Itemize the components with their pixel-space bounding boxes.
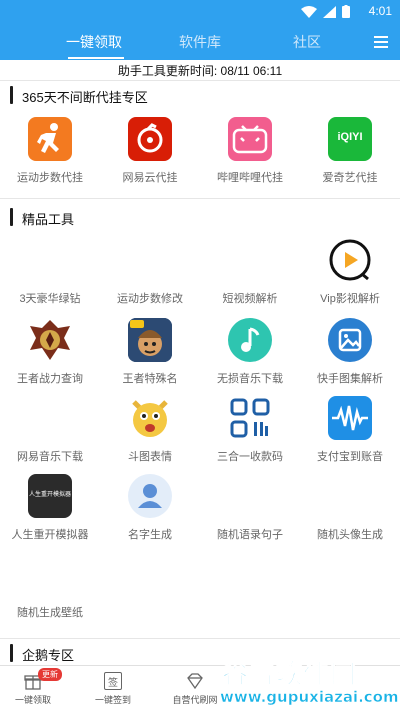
- tool-random-wallpaper[interactable]: 随机生成壁纸: [0, 552, 100, 632]
- divider: [0, 80, 400, 81]
- tool-green-diamond[interactable]: 3天豪华绿钻: [0, 238, 100, 318]
- tab-one-click-claim[interactable]: 一键领取: [66, 32, 122, 52]
- tool-label: 网易云代挂: [122, 172, 178, 184]
- tool-label: 无损音乐下载: [217, 373, 283, 385]
- active-tab-indicator: [68, 57, 124, 59]
- tool-bilibili[interactable]: 哔哩哔哩代挂: [200, 117, 300, 197]
- tool-label: 随机生成壁纸: [17, 607, 83, 619]
- tool-iqiyi[interactable]: iQIYI 爱奇艺代挂: [300, 117, 400, 197]
- tool-label: 王者特殊名: [122, 373, 178, 385]
- qr-code-icon: [228, 396, 272, 440]
- game-character-icon: [128, 318, 172, 362]
- menu-icon[interactable]: [374, 36, 388, 48]
- tool-label: 支付宝到账音: [317, 451, 383, 463]
- tool-random-avatar[interactable]: 随机头像生成: [300, 474, 400, 554]
- tool-life-restart[interactable]: 人生重开模拟器 人生重开模拟器: [0, 474, 100, 554]
- life-restart-icon: 人生重开模拟器: [28, 474, 72, 518]
- user-avatar-icon: [128, 474, 172, 518]
- nav-label: 一键领取: [14, 695, 51, 705]
- nav-one-click-sign[interactable]: 签 一键签到: [80, 666, 146, 711]
- music-note-icon: [228, 318, 272, 362]
- battery-icon: [342, 5, 350, 18]
- tool-netease-download[interactable]: 网易音乐下载: [0, 396, 100, 476]
- update-badge: 更新: [38, 668, 62, 681]
- tool-label: 三合一收款码: [217, 451, 283, 463]
- tool-label: Vip影视解析: [320, 293, 380, 305]
- diamond-icon: [187, 673, 203, 690]
- nav-label: 一键签到: [94, 695, 131, 705]
- tool-label: 网易音乐下载: [17, 451, 83, 463]
- signal-icon: [323, 5, 336, 18]
- status-time: 4:01: [368, 4, 392, 18]
- tool-king-name[interactable]: 王者特殊名: [100, 318, 200, 398]
- section-title: 365天不间断代挂专区: [22, 90, 148, 105]
- tool-alipay-sound[interactable]: 支付宝到账音: [300, 396, 400, 476]
- tool-king-power[interactable]: 王者战力查询: [0, 318, 100, 398]
- tool-short-video[interactable]: 短视频解析: [200, 238, 300, 318]
- section-marker: [10, 644, 13, 662]
- tool-label: 名字生成: [128, 529, 172, 541]
- tool-label: 短视频解析: [222, 293, 278, 305]
- tool-label: 运动步数代挂: [17, 172, 83, 184]
- tool-name-generator[interactable]: 名字生成: [100, 474, 200, 554]
- tool-label: 快手图集解析: [317, 373, 383, 385]
- play-icon: [328, 238, 372, 282]
- watermark-url: www.gupuxiazai.com: [220, 688, 399, 707]
- image-gallery-icon: [328, 318, 372, 362]
- nav-one-click-claim[interactable]: 更新 一键领取: [0, 666, 66, 711]
- section-title: 企鹅专区: [22, 648, 75, 663]
- tool-step-modify[interactable]: 运动步数修改: [100, 238, 200, 318]
- divider: [0, 638, 400, 639]
- hero-emblem-icon: [28, 318, 72, 362]
- audio-wave-icon: [328, 396, 372, 440]
- section-marker: [10, 86, 13, 104]
- watermark-title: 谷普软件园: [221, 660, 358, 691]
- netease-music-icon: [128, 117, 172, 161]
- tool-running-steps[interactable]: 运动步数代挂: [0, 117, 100, 197]
- tool-label: 3天豪华绿钻: [19, 293, 81, 305]
- tool-label: 哔哩哔哩代挂: [217, 172, 283, 184]
- tool-vip-video[interactable]: Vip影视解析: [300, 238, 400, 318]
- tool-label: 随机语录句子: [217, 529, 283, 541]
- tool-payment-code[interactable]: 三合一收款码: [200, 396, 300, 476]
- status-bar: 4:01: [0, 0, 400, 24]
- cat-emoji-icon: [128, 396, 172, 440]
- section-title: 精品工具: [22, 212, 75, 227]
- tool-label: 随机头像生成: [317, 529, 383, 541]
- tab-software-library[interactable]: 软件库: [179, 32, 221, 52]
- tool-label: 人生重开模拟器: [11, 529, 89, 541]
- tool-label: 爱奇艺代挂: [322, 172, 378, 184]
- tool-netease[interactable]: 网易云代挂: [100, 117, 200, 197]
- wifi-icon: [301, 5, 317, 18]
- top-tab-bar: 一键领取 软件库 社区: [0, 24, 400, 60]
- tool-label: 王者战力查询: [17, 373, 83, 385]
- tool-random-quote[interactable]: 随机语录句子: [200, 474, 300, 554]
- tool-lossless-music[interactable]: 无损音乐下载: [200, 318, 300, 398]
- sign-in-icon: 签: [104, 672, 122, 690]
- update-time-text: 助手工具更新时间: 08/11 06:11: [117, 64, 283, 78]
- tab-community[interactable]: 社区: [293, 32, 321, 52]
- tool-label: 斗图表情: [128, 451, 172, 463]
- watermark: 谷普软件园 www.gupuxiazai.com: [218, 652, 400, 711]
- section-header-tools: 精品工具: [0, 204, 400, 230]
- tool-meme[interactable]: 斗图表情: [100, 396, 200, 476]
- section-header-daiguang: 365天不间断代挂专区: [0, 82, 400, 108]
- tool-kuaishou-gallery[interactable]: 快手图集解析: [300, 318, 400, 398]
- divider: [0, 198, 400, 199]
- iqiyi-icon: iQIYI: [328, 117, 372, 161]
- running-icon: [28, 117, 72, 161]
- bilibili-icon: [228, 117, 272, 161]
- section-marker: [10, 208, 13, 226]
- tool-label: 运动步数修改: [117, 293, 183, 305]
- status-icons: [301, 5, 350, 18]
